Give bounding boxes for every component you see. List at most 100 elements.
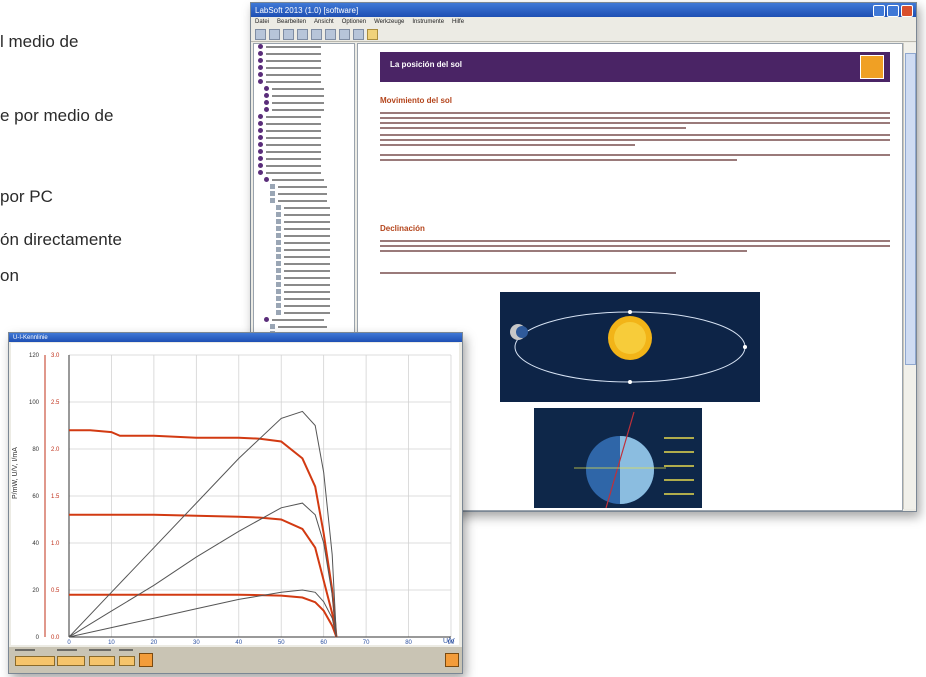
y-right-tick-label: 3.0 [51,353,60,359]
tree-item[interactable] [254,170,354,176]
control-field[interactable] [15,656,55,666]
tree-item[interactable] [254,198,354,204]
x-tick-label: 80 [405,640,412,645]
open-icon[interactable] [255,28,266,40]
tree-item[interactable] [254,58,354,64]
print-icon[interactable] [283,28,294,40]
y-left-tick-label: 40 [32,541,39,547]
section-title: Declinación [380,224,425,233]
paragraph-text [380,112,890,132]
tree-node-icon [276,254,281,259]
power-curve [68,502,337,638]
tree-node-icon [258,121,263,126]
tree-item[interactable] [254,317,354,323]
tree-item[interactable] [254,191,354,197]
tree-item[interactable] [254,72,354,78]
tree-item[interactable] [254,212,354,218]
tree-item[interactable] [254,240,354,246]
y-right-tick-label: 2.0 [51,447,60,453]
tree-item[interactable] [254,177,354,183]
vertical-scrollbar[interactable] [903,43,916,509]
paragraph-text [380,240,890,255]
tree-item[interactable] [254,289,354,295]
undo-icon[interactable] [339,28,350,40]
labsoft-titlebar[interactable]: LabSoft 2013 (1.0) [software] [251,3,916,17]
tree-item[interactable] [254,233,354,239]
y-right-tick-label: 1.0 [51,541,60,547]
x-tick-label: 20 [151,640,158,645]
x-tick-label: 40 [235,640,242,645]
tree-item[interactable] [254,93,354,99]
tree-item[interactable] [254,135,354,141]
menu-item[interactable]: Bearbeiten [277,19,306,25]
tree-item[interactable] [254,149,354,155]
tree-node-icon [276,219,281,224]
tree-item[interactable] [254,79,354,85]
tree-item[interactable] [254,324,354,330]
tree-node-icon [270,191,275,196]
graph-window: U-I-Kennlinie P/mW, U/V, I/mA U/V 0 10 20 3… [8,332,463,674]
home-icon[interactable] [325,28,336,40]
tree-item[interactable] [254,254,354,260]
tree-item[interactable] [254,65,354,71]
tree-item[interactable] [254,310,354,316]
tree-item[interactable] [254,142,354,148]
control-button[interactable] [139,653,153,667]
tree-node-icon [258,142,263,147]
settings-button[interactable] [445,653,459,667]
control-field[interactable] [89,656,115,666]
y-left-axis-label: P/mW, U/V, I/mA [12,447,19,499]
tree-item[interactable] [254,100,354,106]
tree-item[interactable] [254,114,354,120]
menu-item[interactable]: Instrumente [412,19,444,25]
save-icon[interactable] [269,28,280,40]
tree-item[interactable] [254,44,354,50]
control-field[interactable] [119,656,135,666]
tree-item[interactable] [254,282,354,288]
back-icon[interactable] [297,28,308,40]
tree-item[interactable] [254,261,354,267]
page-header: La posición del sol [380,52,890,82]
tree-item[interactable] [254,51,354,57]
tree-item[interactable] [254,163,354,169]
tree-item[interactable] [254,156,354,162]
y-right-tick-label: 0.0 [51,635,60,641]
tree-node-icon [276,275,281,280]
graph-window-title[interactable]: U-I-Kennlinie [9,333,462,342]
maximize-button[interactable] [887,5,899,17]
menu-item[interactable]: Optionen [342,19,366,25]
tree-node-icon [258,128,263,133]
tree-item[interactable] [254,107,354,113]
side-text-line-3: por PC [0,187,53,206]
tree-item[interactable] [254,275,354,281]
tree-item[interactable] [254,296,354,302]
tree-item[interactable] [254,86,354,92]
minimize-button[interactable] [873,5,885,17]
x-tick-label: 90 [448,640,455,645]
tree-node-icon [270,184,275,189]
menu-item[interactable]: Werkzeuge [374,19,404,25]
tree-item[interactable] [254,128,354,134]
redo-icon[interactable] [353,28,364,40]
x-tick-label: 30 [193,640,200,645]
paragraph-text [380,134,890,149]
tree-item[interactable] [254,121,354,127]
tree-item[interactable] [254,219,354,225]
menu-item[interactable]: Datei [255,19,269,25]
menu-item[interactable]: Ansicht [314,19,334,25]
forward-icon[interactable] [311,28,322,40]
y-right-tick-label: 0.5 [51,588,60,594]
tree-node-icon [258,65,263,70]
tree-item[interactable] [254,205,354,211]
tree-item[interactable] [254,303,354,309]
tree-item[interactable] [254,268,354,274]
scrollbar-thumb[interactable] [905,53,916,365]
tree-item[interactable] [254,226,354,232]
help-icon[interactable] [367,28,378,40]
tree-item[interactable] [254,247,354,253]
close-button[interactable] [901,5,913,17]
menu-item[interactable]: Hilfe [452,19,464,25]
tree-item[interactable] [254,184,354,190]
tree-node-icon [276,289,281,294]
control-field[interactable] [57,656,85,666]
